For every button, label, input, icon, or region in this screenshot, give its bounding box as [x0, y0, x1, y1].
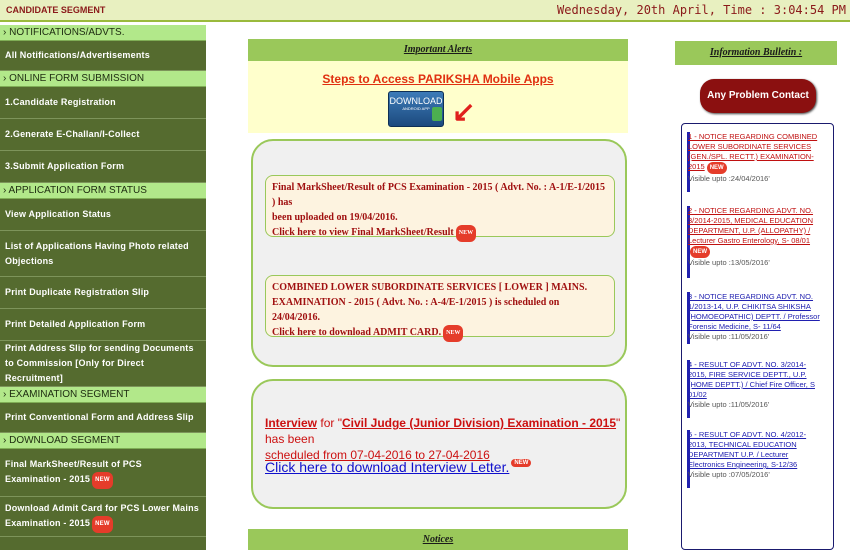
- bulletin-title[interactable]: 3 - NOTICE REGARDING ADVT. NO. 1/2013-14…: [688, 292, 820, 332]
- segment-title: CANDIDATE SEGMENT: [6, 5, 106, 15]
- new-badge-icon: NEW: [690, 246, 710, 258]
- bulletin-visible-upto: Visible upto :11/05/2016': [688, 332, 770, 341]
- bulletin-item[interactable]: 1 - NOTICE REGARDING COMBINED LOWER SUBO…: [688, 132, 820, 184]
- sidebar-item-label: Final MarkSheet/Result of PCS Examinatio…: [5, 457, 200, 489]
- interview-card: Interview for "Civil Judge (Junior Divis…: [251, 379, 627, 509]
- download-label: DOWNLOAD: [389, 96, 443, 106]
- bulletin-title[interactable]: 1 - NOTICE REGARDING COMBINED LOWER SUBO…: [688, 132, 820, 174]
- contact-us-button[interactable]: Any Problem Contact US: [700, 79, 816, 135]
- admit-notice-line1: COMBINED LOWER SUBORDINATE SERVICES [ LO…: [272, 282, 588, 293]
- marksheet-notice-line1: Final MarkSheet/Result of PCS Examinatio…: [272, 182, 606, 208]
- section-header: › ONLINE FORM SUBMISSION: [0, 71, 206, 87]
- sidebar-item[interactable]: 1.Candidate Registration: [0, 87, 206, 119]
- bulletin-title[interactable]: 5 - RESULT OF ADVT. NO. 4/2012-2013, TEC…: [688, 430, 820, 470]
- sidebar-item[interactable]: All Notifications/Advertisements: [0, 41, 206, 71]
- bulletin-item[interactable]: 2 - NOTICE REGARDING ADVT. NO. 3/2014-20…: [688, 206, 820, 268]
- bulletin-visible-upto: Visible upto :07/05/2016': [688, 470, 770, 479]
- marksheet-notice-line2: been uploaded on 19/04/2016.: [272, 212, 398, 223]
- sidebar-item[interactable]: View Application Status: [0, 199, 206, 231]
- sidebar: › NOTIFICATIONS/ADVTS. All Notifications/…: [0, 25, 206, 550]
- new-badge-icon: NEW: [455, 225, 477, 242]
- new-badge-icon: NEW: [92, 471, 113, 489]
- sidebar-item-label: 2.Generate E-Challan/I-Collect: [5, 129, 140, 139]
- bulletin-item[interactable]: 5 - RESULT OF ADVT. NO. 4/2012-2013, TEC…: [688, 430, 820, 480]
- sidebar-item[interactable]: List of Applications Having Photo relate…: [0, 231, 206, 277]
- interview-exam: Civil Judge (Junior Division) Examinatio…: [341, 416, 617, 430]
- interview-letter-link[interactable]: Click here to download Interview Letter.…: [265, 459, 532, 475]
- bulletin-list: 1 - NOTICE REGARDING COMBINED LOWER SUBO…: [681, 123, 834, 550]
- section-header: › EXAMINATION SEGMENT: [0, 387, 206, 403]
- admit-card-notice: COMBINED LOWER SUBORDINATE SERVICES [ LO…: [265, 275, 615, 342]
- sidebar-item[interactable]: Download Admit Card for PCS Lower Mains …: [0, 497, 206, 537]
- sidebar-item-label: 1.Candidate Registration: [5, 97, 116, 107]
- sidebar-item-label: Print Address Slip for sending Documents…: [5, 343, 194, 383]
- new-badge-icon: NEW: [511, 459, 532, 467]
- sidebar-item[interactable]: Print Conventional Form and Address Slip: [0, 403, 206, 433]
- sidebar-item-label: Print Duplicate Registration Slip: [5, 287, 150, 297]
- interview-word: Interview: [265, 416, 318, 430]
- bulletin-visible-upto: Visible upto :13/05/2016': [688, 258, 770, 267]
- marksheet-link[interactable]: Click here to view Final MarkSheet/Resul…: [272, 225, 608, 242]
- admit-card-link-text[interactable]: Click here to download ADMIT CARD.: [272, 327, 441, 338]
- sidebar-item-label: List of Applications Having Photo relate…: [5, 240, 189, 266]
- sidebar-item-label: All Notifications/Advertisements: [5, 50, 150, 60]
- marksheet-link-text[interactable]: Click here to view Final MarkSheet/Resul…: [272, 227, 454, 238]
- alerts-card: Final MarkSheet/Result of PCS Examinatio…: [251, 139, 627, 367]
- interview-link-text[interactable]: Click here to download Interview Letter.: [265, 459, 509, 475]
- marksheet-notice: Final MarkSheet/Result of PCS Examinatio…: [265, 175, 615, 242]
- bulletin-visible-upto: Visible upto :24/04/2016': [688, 174, 770, 183]
- sidebar-item-label: Print Conventional Form and Address Slip: [5, 412, 194, 422]
- sidebar-item[interactable]: Print Duplicate Registration Slip: [0, 277, 206, 309]
- bulletin-title[interactable]: 2 - NOTICE REGARDING ADVT. NO. 3/2014-20…: [688, 206, 820, 258]
- important-alerts-header: Important Alerts: [248, 39, 628, 61]
- interview-for: for ": [317, 416, 342, 430]
- info-bulletin-header: Information Bulletin :: [675, 41, 837, 65]
- bulletin-visible-upto: Visible upto :11/05/2016': [688, 400, 770, 409]
- main-content: Important Alerts Steps to Access PARIKSH…: [248, 39, 628, 550]
- new-badge-icon: NEW: [706, 162, 727, 174]
- sidebar-item[interactable]: 3.Submit Application Form: [0, 151, 206, 183]
- section-header: › APPLICATION FORM STATUS: [0, 183, 206, 199]
- interview-notice: Interview for "Civil Judge (Junior Divis…: [265, 415, 625, 463]
- mobile-apps-box: Steps to Access PARIKSHA Mobile Apps DOW…: [248, 61, 628, 133]
- red-arrow-icon: ↙: [452, 96, 476, 127]
- section-header: › DOWNLOAD SEGMENT: [0, 433, 206, 449]
- notices-header: Notices: [248, 529, 628, 550]
- bulletin-item[interactable]: 4 - RESULT OF ADVT. NO. 3/2014-2015, FIR…: [688, 360, 820, 410]
- bulletin-item[interactable]: 3 - NOTICE REGARDING ADVT. NO. 1/2013-14…: [688, 292, 820, 342]
- right-panel: Information Bulletin : Any Problem Conta…: [675, 41, 837, 550]
- top-bar: CANDIDATE SEGMENT Wednesday, 20th April,…: [0, 0, 850, 22]
- sidebar-item[interactable]: Print Address Slip for sending Documents…: [0, 341, 206, 387]
- new-badge-icon: NEW: [443, 325, 464, 342]
- sidebar-item-label: 3.Submit Application Form: [5, 161, 125, 171]
- admit-notice-line2: EXAMINATION - 2015 ( Advt. No. : A-4/E-1…: [272, 297, 560, 323]
- sidebar-item-label: Download Admit Card for PCS Lower Mains …: [5, 501, 200, 533]
- sidebar-item-label: Print Detailed Application Form: [5, 319, 146, 329]
- section-header: › NOTIFICATIONS/ADVTS.: [0, 25, 206, 41]
- new-badge-icon: NEW: [92, 515, 113, 533]
- bulletin-title[interactable]: 4 - RESULT OF ADVT. NO. 3/2014-2015, FIR…: [688, 360, 820, 400]
- sidebar-item[interactable]: Print Detailed Application Form: [0, 309, 206, 341]
- sidebar-item[interactable]: 2.Generate E-Challan/I-Collect: [0, 119, 206, 151]
- sidebar-item[interactable]: Final MarkSheet/Result of PCS Examinatio…: [0, 449, 206, 497]
- datetime-display: Wednesday, 20th April, Time : 3:04:54 PM: [557, 3, 846, 17]
- sidebar-item-label: View Application Status: [5, 209, 112, 219]
- android-icon: [432, 107, 442, 121]
- steps-mobile-apps-link[interactable]: Steps to Access PARIKSHA Mobile Apps: [248, 72, 628, 86]
- admit-card-link[interactable]: Click here to download ADMIT CARD. NEW: [272, 325, 608, 342]
